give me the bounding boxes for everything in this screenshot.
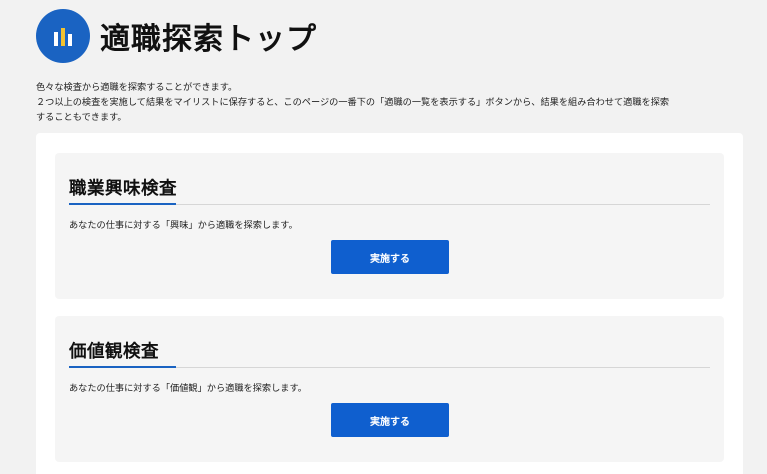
card-interest-test: 職業興味検査 あなたの仕事に対する「興味」から適職を探索します。 実施する [55, 153, 724, 299]
card-values-test: 価値観検査 あなたの仕事に対する「価値観」から適職を探索します。 実施する [55, 316, 724, 462]
run-values-test-button[interactable]: 実施する [331, 403, 449, 437]
page-title: 適職探索トップ [100, 22, 317, 57]
card-divider-accent [69, 203, 176, 205]
run-interest-test-button[interactable]: 実施する [331, 240, 449, 274]
page: 適職探索トップ 色々な検査から適職を探索することができます。 ２つ以上の検査を実… [0, 0, 767, 474]
page-header: 適職探索トップ [36, 9, 317, 63]
card-divider-accent [69, 366, 176, 368]
intro-text: 色々な検査から適職を探索することができます。 ２つ以上の検査を実施して結果をマイ… [36, 80, 746, 125]
test-list-container: 職業興味検査 あなたの仕事に対する「興味」から適職を探索します。 実施する 価値… [36, 133, 743, 474]
card-description: あなたの仕事に対する「価値観」から適職を探索します。 [69, 383, 307, 394]
card-title: 価値観検査 [69, 342, 159, 362]
bar-chart-glyph [54, 28, 72, 46]
bar-chart-icon [36, 9, 90, 63]
intro-line-3: することもできます。 [36, 112, 127, 123]
card-title: 職業興味検査 [69, 179, 177, 199]
intro-line-2: ２つ以上の検査を実施して結果をマイリストに保存すると、このページの一番下の「適職… [36, 97, 670, 108]
intro-line-1: 色々な検査から適職を探索することができます。 [36, 82, 238, 93]
card-description: あなたの仕事に対する「興味」から適職を探索します。 [69, 220, 298, 231]
